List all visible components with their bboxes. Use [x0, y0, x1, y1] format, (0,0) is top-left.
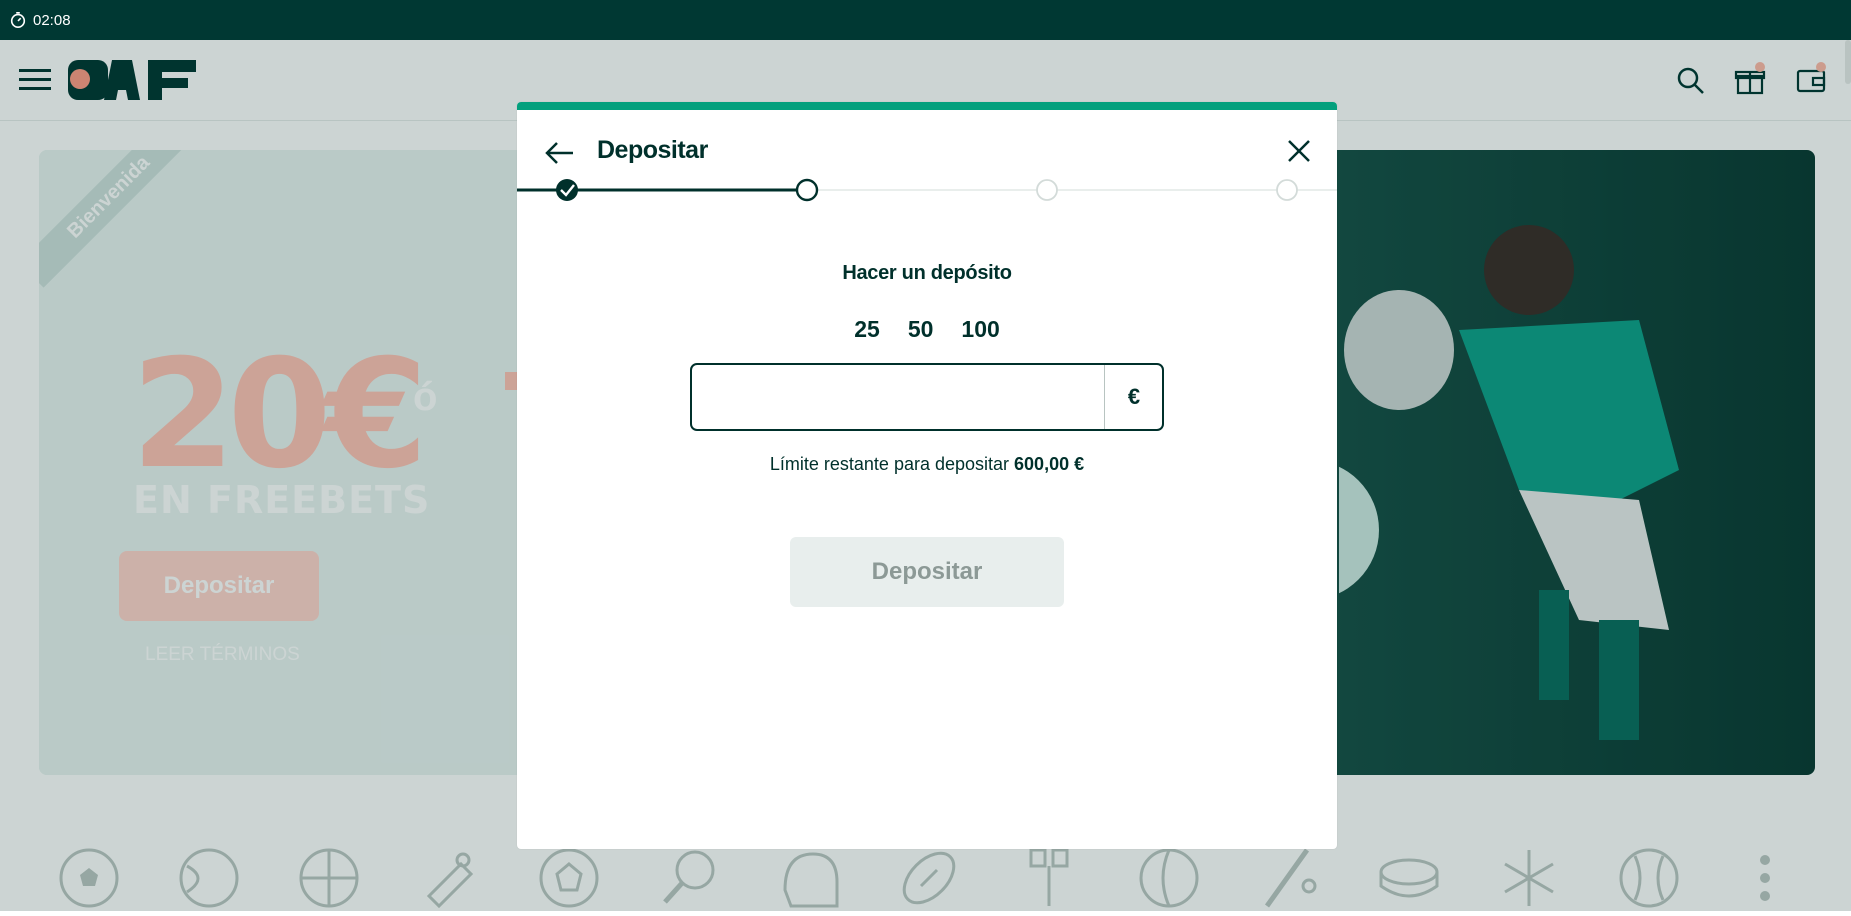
- preset-amounts: 25 50 100: [517, 314, 1337, 345]
- deposit-heading: Hacer un depósito: [842, 262, 1012, 284]
- preset-100-button[interactable]: 100: [957, 314, 1003, 345]
- back-arrow-icon[interactable]: [541, 135, 577, 171]
- step-4: [1276, 179, 1298, 201]
- step-3: [1036, 179, 1058, 201]
- deposit-submit-button[interactable]: Depositar: [790, 537, 1064, 607]
- deposit-modal: Depositar Hacer un depósito 25 50 100 € …: [517, 102, 1337, 849]
- currency-label: €: [1104, 365, 1163, 429]
- stopwatch-icon: [10, 11, 26, 29]
- page-scrollbar[interactable]: [1845, 40, 1851, 84]
- progress-stepper: [517, 178, 1337, 202]
- step-2-current: [795, 178, 819, 202]
- timer-text: 02:08: [33, 11, 71, 29]
- step-1-complete: [556, 179, 578, 201]
- modal-accent-bar: [517, 102, 1337, 110]
- limit-value: 600,00 €: [1014, 454, 1085, 474]
- preset-50-button[interactable]: 50: [904, 314, 938, 345]
- amount-field: €: [690, 363, 1164, 431]
- status-bar: 02:08: [0, 0, 1851, 40]
- amount-input[interactable]: [692, 365, 1104, 429]
- modal-title: Depositar: [597, 136, 708, 164]
- deposit-limit: Límite restante para depositar 600,00 €: [517, 454, 1337, 475]
- limit-label: Límite restante para depositar: [769, 454, 1015, 474]
- preset-25-button[interactable]: 25: [850, 314, 884, 345]
- close-icon[interactable]: [1281, 133, 1317, 169]
